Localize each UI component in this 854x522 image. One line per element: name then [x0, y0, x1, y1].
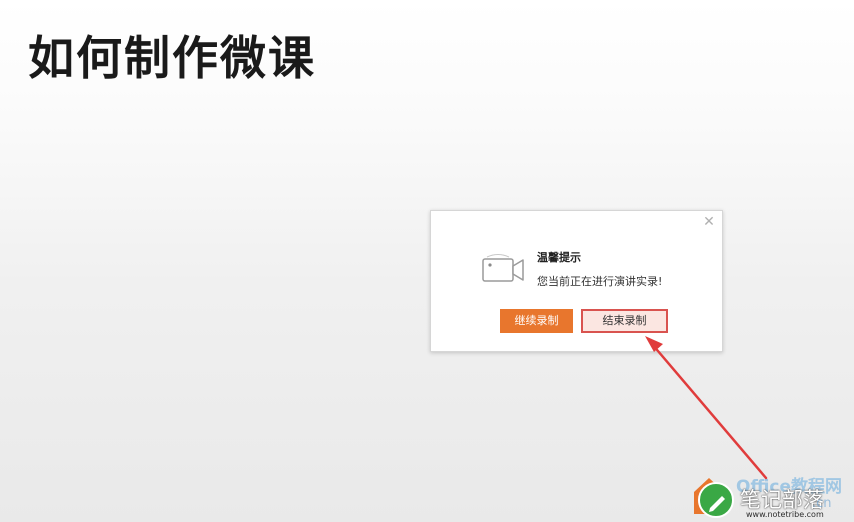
end-recording-button[interactable]: 结束录制: [581, 309, 668, 333]
slide-title: 如何制作微课: [28, 31, 316, 85]
dialog-message: 您当前正在进行演讲实录!: [537, 275, 663, 288]
watermark: Office教程网 笔记部落 .cn www.notetribe.com: [690, 470, 854, 522]
pencil-icon: [709, 496, 725, 512]
recording-prompt-dialog: ✕ 温馨提示 您当前正在进行演讲实录! 继续录制 结束录制: [430, 210, 723, 352]
video-camera-icon: [482, 254, 524, 282]
watermark-logo: [698, 482, 734, 518]
close-icon[interactable]: ✕: [702, 215, 716, 229]
watermark-cn-text: .cn: [812, 496, 832, 511]
watermark-url: www.notetribe.com: [746, 510, 824, 519]
dialog-title: 温馨提示: [537, 251, 581, 264]
continue-recording-button[interactable]: 继续录制: [500, 309, 573, 333]
